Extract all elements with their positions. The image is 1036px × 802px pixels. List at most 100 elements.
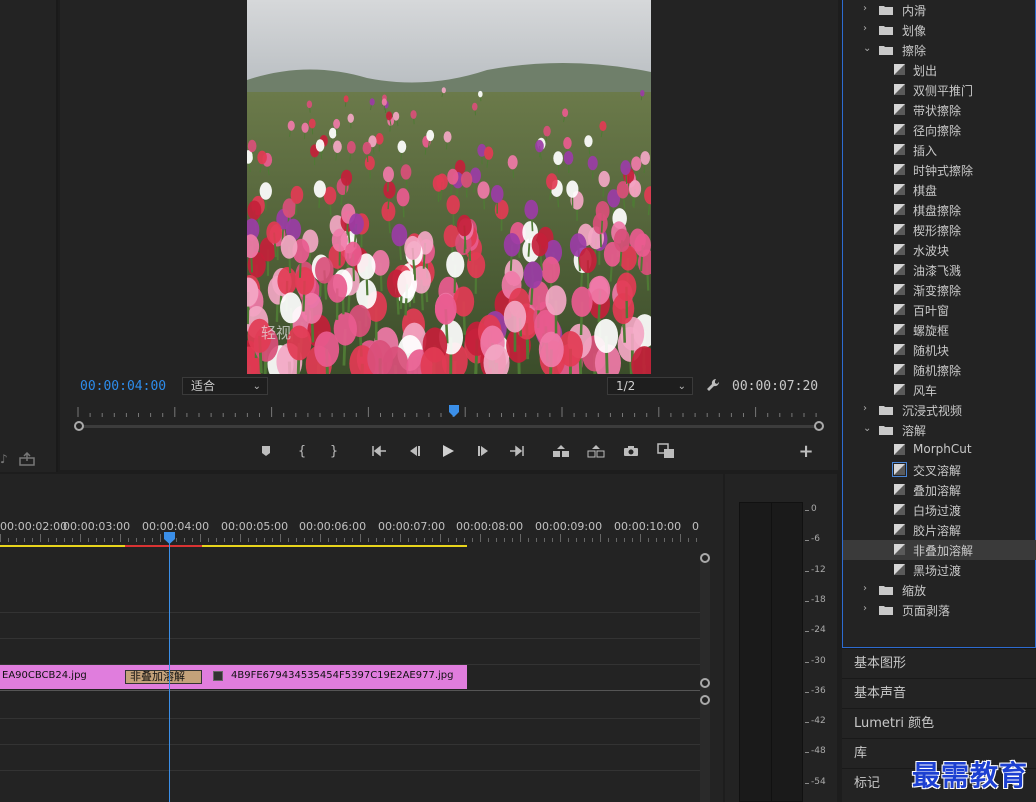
chevron-right-icon[interactable]: › [863, 583, 867, 594]
flower-bloom [396, 188, 410, 207]
flower-bloom [369, 98, 375, 106]
chevron-right-icon[interactable]: › [863, 403, 867, 414]
ruler-tick [56, 538, 57, 542]
scrollbar-start-handle[interactable] [74, 421, 84, 431]
timeline-ruler[interactable]: 00:00:02:00 00:00:03:00 00:00:04:00 00:00:0… [0, 518, 700, 546]
effects-folder[interactable]: › 划像 [843, 20, 1036, 40]
video-preview[interactable]: 轻视 [247, 0, 651, 374]
scrollbar-top-handle[interactable] [700, 553, 710, 563]
effects-folder[interactable]: › 页面剥落 [843, 600, 1036, 620]
transition-icon [894, 184, 905, 195]
video-clip[interactable]: EA90CBCB24.jpg 非叠加溶解 4B9FE6794345354​54F… [0, 665, 467, 689]
effects-item[interactable]: 楔形擦除 [843, 220, 1036, 240]
flower-bloom [333, 140, 342, 153]
effects-folder[interactable]: ⌄ 擦除 [843, 40, 1036, 60]
panel-tab[interactable]: 基本声音 [842, 678, 1036, 708]
panel-tab[interactable]: Lumetri 颜色 [842, 708, 1036, 738]
effects-item[interactable]: 棋盘 [843, 180, 1036, 200]
effects-item[interactable]: 风车 [843, 380, 1036, 400]
meter-db-label: -24 [811, 625, 826, 636]
comparison-view-button[interactable] [655, 440, 677, 462]
effects-folder[interactable]: › 沉浸式视频 [843, 400, 1036, 420]
effects-item[interactable]: 棋盘擦除 [843, 200, 1036, 220]
meter-tick [805, 661, 809, 663]
effects-item[interactable]: 随机擦除 [843, 360, 1036, 380]
effects-item[interactable]: 螺旋框 [843, 320, 1036, 340]
effects-item[interactable]: 双侧平推门 [843, 80, 1036, 100]
flower-bloom [343, 95, 349, 103]
export-frame-camera-icon[interactable] [620, 440, 642, 462]
transition-icon [894, 224, 905, 235]
monitor-time-ruler[interactable] [72, 405, 822, 419]
effects-item[interactable]: 百叶窗 [843, 300, 1036, 320]
flower-bloom [471, 102, 478, 111]
mark-in-button[interactable]: { [291, 440, 313, 462]
flower-bloom [280, 234, 298, 259]
chevron-down-icon[interactable]: ⌄ [863, 43, 871, 54]
effects-item[interactable]: 插入 [843, 140, 1036, 160]
transition-non-additive-dissolve[interactable]: 非叠加溶解 [125, 670, 202, 684]
chevron-right-icon[interactable]: › [863, 3, 867, 14]
effects-item-label: 随机块 [913, 344, 950, 358]
effects-item[interactable]: 交叉溶解 [843, 460, 1036, 480]
go-to-out-button[interactable] [506, 440, 528, 462]
effects-item[interactable]: 划出 [843, 60, 1036, 80]
zoom-level-select[interactable]: 适合 ⌄ [182, 377, 268, 395]
effects-panel: › 内滑 › 划像 ⌄ 擦除 划出 双侧平推门 带状擦除 径向擦除 插入 时钟式擦除 棋盘 棋盘擦除 楔形擦… [842, 0, 1036, 648]
ruler-tick [48, 538, 49, 542]
ruler-tick [16, 538, 17, 542]
chevron-right-icon[interactable]: › [863, 23, 867, 34]
effects-item[interactable]: 油漆飞溅 [843, 260, 1036, 280]
lift-button[interactable] [550, 440, 572, 462]
effects-item[interactable]: 水波块 [843, 240, 1036, 260]
duration-timecode: 00:00:07:20 [732, 379, 819, 394]
go-to-in-button[interactable] [368, 440, 390, 462]
effects-folder[interactable]: ⌄ 溶解 [843, 420, 1036, 440]
effects-item[interactable]: 时钟式擦除 [843, 160, 1036, 180]
flower-bloom [613, 228, 631, 252]
mark-out-button[interactable]: } [323, 440, 345, 462]
effects-item[interactable]: 非叠加溶解 [843, 540, 1036, 560]
effects-folder-label: 划像 [902, 24, 927, 38]
effects-item[interactable]: 带状擦除 [843, 100, 1036, 120]
scrollbar-bottom-handle[interactable] [700, 678, 710, 688]
effects-item[interactable]: 黑场过渡 [843, 560, 1036, 580]
panel-tab[interactable]: 基本图形 [842, 648, 1036, 678]
add-marker-button[interactable] [255, 440, 277, 462]
effects-folder[interactable]: › 内滑 [843, 0, 1036, 20]
folder-icon [879, 46, 893, 55]
effects-item[interactable]: 叠加溶解 [843, 480, 1036, 500]
step-forward-button[interactable] [473, 440, 495, 462]
ruler-label: 00:00:09:00 [535, 520, 603, 533]
monitor-playhead[interactable] [449, 405, 459, 417]
timeline-playhead[interactable] [164, 532, 175, 544]
resolution-select[interactable]: 1/2 ⌄ [607, 377, 693, 395]
meter-db-label: -18 [811, 594, 826, 605]
flower-bloom [587, 155, 598, 171]
effects-folder[interactable]: › 缩放 [843, 580, 1036, 600]
effects-item[interactable]: 胶片溶解 [843, 520, 1036, 540]
play-button[interactable] [437, 440, 459, 462]
transition-icon [894, 264, 905, 275]
effects-item[interactable]: MorphCut [843, 440, 1036, 460]
scrollbar-end-handle[interactable] [814, 421, 824, 431]
wrench-icon[interactable] [706, 377, 722, 393]
effects-item[interactable]: 随机块 [843, 340, 1036, 360]
meter-tick [805, 570, 809, 572]
folder-icon [879, 426, 893, 435]
effects-item[interactable]: 白场过渡 [843, 500, 1036, 520]
effects-item[interactable]: 渐变擦除 [843, 280, 1036, 300]
zoom-scrollbar[interactable] [78, 425, 820, 428]
chevron-right-icon[interactable]: › [863, 603, 867, 614]
export-icon[interactable] [19, 451, 35, 466]
scrollbar-top-handle[interactable] [700, 695, 710, 705]
effects-item[interactable]: 径向擦除 [843, 120, 1036, 140]
ruler-label: 00:00:05:00 [221, 520, 289, 533]
current-timecode[interactable]: 00:00:04:00 [80, 379, 166, 394]
chevron-down-icon[interactable]: ⌄ [863, 423, 871, 434]
add-button-plus-icon[interactable]: + [795, 440, 817, 462]
flower-bloom [446, 251, 465, 278]
flower-bloom [446, 195, 460, 215]
extract-button[interactable] [585, 440, 607, 462]
step-back-button[interactable] [403, 440, 425, 462]
